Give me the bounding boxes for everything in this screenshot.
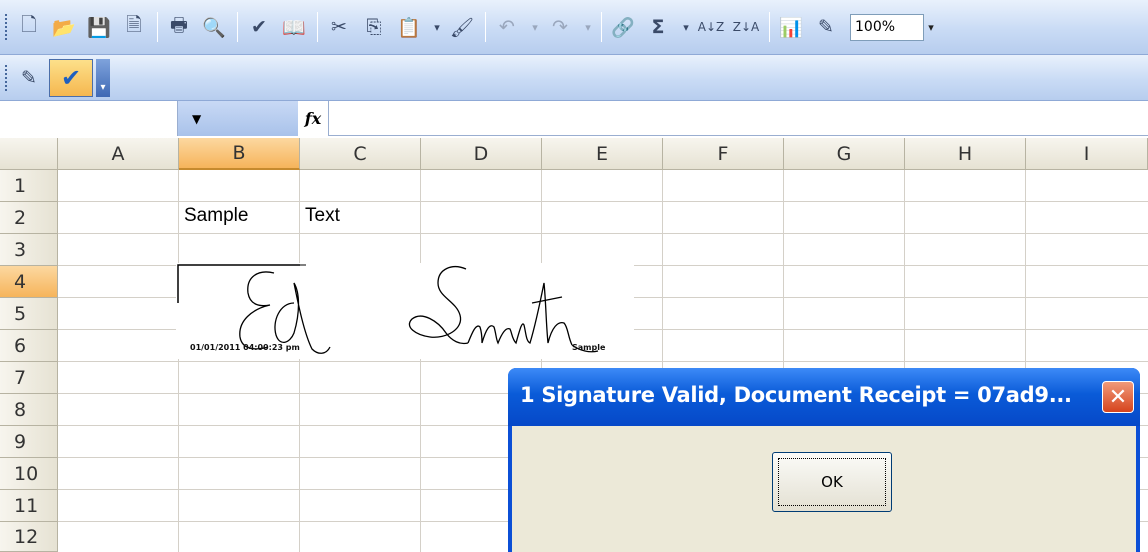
- column-header-g[interactable]: G: [784, 138, 905, 170]
- column-header-c[interactable]: C: [300, 138, 421, 170]
- signature-tag: Sample: [572, 343, 606, 352]
- print-icon[interactable]: 🖶: [164, 10, 194, 44]
- paste-icon[interactable]: 📋: [394, 10, 424, 44]
- column-header-f[interactable]: F: [663, 138, 784, 170]
- toolbar-separator: [237, 12, 238, 42]
- column-header-h[interactable]: H: [905, 138, 1026, 170]
- close-icon[interactable]: ✕: [1102, 381, 1134, 413]
- column-header-d[interactable]: D: [421, 138, 542, 170]
- permission-icon[interactable]: 🗎: [119, 10, 149, 44]
- cell-c2[interactable]: Text: [305, 205, 340, 227]
- checkmark-icon: ✔: [60, 63, 82, 92]
- column-header-b[interactable]: B: [179, 138, 300, 170]
- autosum-icon[interactable]: Σ: [643, 10, 673, 44]
- row-header-5[interactable]: 5: [0, 298, 58, 330]
- hyperlink-icon[interactable]: 🔗: [608, 10, 638, 44]
- signature-toolbar: ✎ ✔ ▾: [0, 55, 1148, 101]
- sort-ascending-icon[interactable]: A↓Z: [696, 10, 726, 44]
- copy-icon[interactable]: ⎘: [359, 10, 389, 44]
- save-icon[interactable]: 💾: [84, 10, 114, 44]
- dialog-body: OK: [512, 426, 1136, 552]
- redo-dropdown-icon[interactable]: ▾: [580, 10, 596, 44]
- verify-signature-button[interactable]: ✔: [49, 58, 93, 97]
- formula-input[interactable]: [328, 101, 1148, 136]
- grid-line: [58, 201, 1148, 202]
- column-header-a[interactable]: A: [58, 138, 179, 170]
- row-header-3[interactable]: 3: [0, 234, 58, 266]
- redo-icon[interactable]: ↷: [545, 10, 575, 44]
- signature-timestamp: 01/01/2011 04:00:23 pm: [190, 343, 300, 352]
- cell-b2[interactable]: Sample: [184, 205, 248, 227]
- ok-button-label: OK: [821, 473, 843, 491]
- name-box[interactable]: [0, 101, 178, 136]
- row-header-1[interactable]: 1: [0, 170, 58, 202]
- row-header-11[interactable]: 11: [0, 490, 58, 522]
- toolbar-options-icon[interactable]: ▾: [96, 58, 110, 97]
- toolbar-grip[interactable]: [4, 13, 8, 41]
- zoom-dropdown-icon[interactable]: ▾: [924, 14, 938, 41]
- row-header-12[interactable]: 12: [0, 522, 58, 552]
- dialog-title-bar[interactable]: 1 Signature Valid, Document Receipt = 07…: [508, 368, 1140, 426]
- toolbar-separator: [601, 12, 602, 42]
- undo-icon[interactable]: ↶: [492, 10, 522, 44]
- format-painter-icon[interactable]: 🖌: [447, 10, 477, 44]
- cut-icon[interactable]: ✂: [324, 10, 354, 44]
- row-header-9[interactable]: 9: [0, 426, 58, 458]
- spelling-icon[interactable]: ✔: [244, 10, 274, 44]
- dialog-title: 1 Signature Valid, Document Receipt = 07…: [520, 383, 1072, 407]
- column-header-i[interactable]: I: [1026, 138, 1148, 170]
- select-all-corner[interactable]: [0, 138, 58, 170]
- name-box-dropdown-icon[interactable]: ▼: [178, 101, 298, 136]
- zoom-input[interactable]: 100%: [850, 13, 924, 41]
- toolbar-separator: [769, 12, 770, 42]
- toolbar-separator: [157, 12, 158, 42]
- signature-image[interactable]: 01/01/2011 04:00:23 pm Sample: [176, 263, 634, 359]
- formula-bar: ▼ fx: [0, 101, 1148, 136]
- row-header-2[interactable]: 2: [0, 202, 58, 234]
- new-document-icon[interactable]: 🗋: [14, 10, 44, 44]
- column-header-e[interactable]: E: [542, 138, 663, 170]
- row-header-4[interactable]: 4: [0, 266, 58, 298]
- sort-descending-icon[interactable]: Z↓A: [731, 10, 761, 44]
- paste-dropdown-icon[interactable]: ▾: [429, 10, 445, 44]
- row-header-7[interactable]: 7: [0, 362, 58, 394]
- insert-function-icon[interactable]: fx: [298, 101, 328, 136]
- toolbar-separator: [485, 12, 486, 42]
- autosum-dropdown-icon[interactable]: ▾: [678, 10, 694, 44]
- grid-line: [58, 361, 1148, 362]
- toolbar-separator: [317, 12, 318, 42]
- print-preview-icon[interactable]: 🔍: [199, 10, 229, 44]
- undo-dropdown-icon[interactable]: ▾: [527, 10, 543, 44]
- grid-line: [58, 233, 1148, 234]
- chart-wizard-icon[interactable]: 📊: [776, 10, 806, 44]
- pen-icon[interactable]: ✎: [14, 61, 44, 95]
- ok-button[interactable]: OK: [772, 452, 892, 512]
- drawing-icon[interactable]: ✎: [811, 10, 841, 44]
- row-header-8[interactable]: 8: [0, 394, 58, 426]
- research-icon[interactable]: 📖: [279, 10, 309, 44]
- signature-verify-dialog: 1 Signature Valid, Document Receipt = 07…: [508, 368, 1140, 552]
- toolbar-grip[interactable]: [4, 63, 8, 92]
- row-header-6[interactable]: 6: [0, 330, 58, 362]
- standard-toolbar: 🗋 📂 💾 🗎 🖶 🔍 ✔ 📖 ✂ ⎘ 📋 ▾ 🖌 ↶ ▾ ↷ ▾ 🔗 Σ ▾ …: [0, 0, 1148, 55]
- open-folder-icon[interactable]: 📂: [49, 10, 79, 44]
- row-header-10[interactable]: 10: [0, 458, 58, 490]
